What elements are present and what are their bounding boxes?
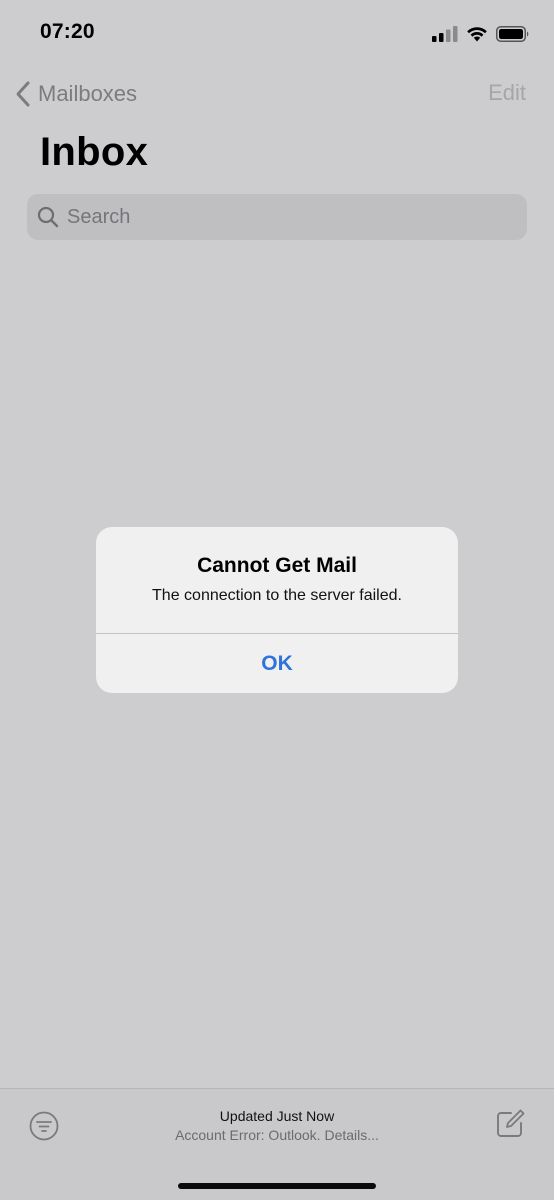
status-bar: 07:20 (0, 0, 554, 66)
mail-inbox-screen: 07:20 Mailboxes Edit Inbox Search Cannot… (0, 0, 554, 1200)
wifi-icon (467, 27, 487, 42)
alert-message: The connection to the server failed. (152, 587, 402, 604)
home-indicator[interactable] (178, 1183, 376, 1189)
search-field[interactable] (27, 194, 527, 240)
status-icons (432, 24, 530, 44)
back-button-label: Mailboxes (38, 81, 138, 106)
edit-button[interactable]: Edit (488, 80, 526, 106)
alert-ok-button[interactable]: OK (96, 634, 458, 693)
status-time: 07:20 (40, 20, 95, 43)
signal-icon (432, 26, 458, 42)
account-error-details-link[interactable]: Account Error: Outlook. Details... (0, 1125, 554, 1145)
search-input[interactable] (65, 204, 509, 230)
compose-icon (497, 1109, 525, 1137)
update-status-text: Updated Just Now (219, 1108, 335, 1124)
page-title: Inbox (40, 130, 149, 174)
alert-dialog: Cannot Get Mail The connection to the se… (96, 527, 458, 693)
mail-update-status: Updated Just Now Account Error: Outlook.… (0, 1107, 554, 1145)
search-icon (37, 206, 59, 228)
back-to-mailboxes-button[interactable]: Mailboxes (14, 78, 137, 110)
alert-title: Cannot Get Mail (197, 554, 357, 577)
chevron-left-icon (16, 81, 30, 107)
battery-icon (496, 26, 529, 42)
compose-button[interactable] (494, 1108, 526, 1140)
